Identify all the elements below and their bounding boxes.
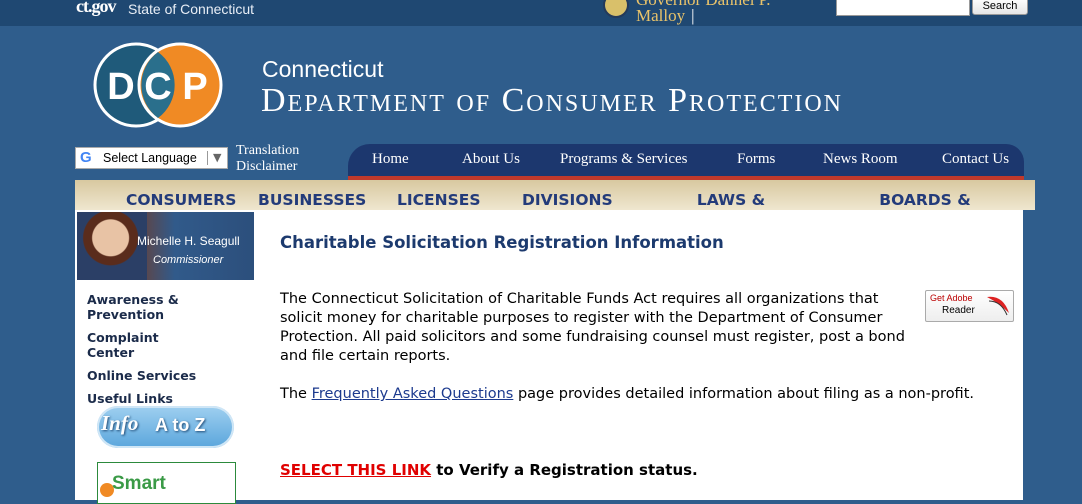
- info-a-to-z-button[interactable]: Info A to Z: [97, 406, 234, 448]
- verify-registration-line: SELECT THIS LINK to Verify a Registratio…: [280, 461, 698, 479]
- google-g-icon: G: [80, 149, 92, 166]
- governor-seal-icon: [603, 0, 629, 18]
- verify-suffix: to Verify a Registration status.: [431, 461, 698, 479]
- chevron-down-icon: ▼: [213, 151, 222, 164]
- select-this-link[interactable]: SELECT THIS LINK: [280, 461, 431, 479]
- faq-prefix: The: [280, 386, 312, 402]
- search-input[interactable]: [836, 0, 970, 16]
- intro-paragraph: The Connecticut Solicitation of Charitab…: [280, 291, 905, 364]
- main-nav: Home About Us Programs & Services Forms …: [348, 144, 1024, 180]
- sidebar-item-awareness[interactable]: Awareness & Prevention: [87, 292, 207, 322]
- sidebar-item-online-services[interactable]: Online Services: [87, 368, 207, 383]
- get-adobe-reader-button[interactable]: Get Adobe Reader: [925, 290, 1014, 322]
- nav-about-us[interactable]: About Us: [462, 151, 520, 168]
- faq-paragraph: The Frequently Asked Questions page prov…: [280, 385, 1010, 404]
- search-button[interactable]: Search: [972, 0, 1028, 15]
- commissioner-name: Michelle H. Seagull: [137, 234, 240, 248]
- category-businesses[interactable]: BUSINESSES: [258, 191, 366, 209]
- category-divisions[interactable]: DIVISIONS: [522, 191, 613, 209]
- dept-title-name: Department of Consumer Protection: [261, 82, 844, 119]
- ctgov-logo[interactable]: ct.gov: [76, 0, 116, 17]
- category-licenses[interactable]: LICENSES: [397, 191, 481, 209]
- sidebar-item-complaint-center[interactable]: Complaint Center: [87, 330, 207, 360]
- content-panel: Michelle H. Seagull Commissioner Awarene…: [75, 210, 1023, 504]
- sidebar-item-useful-links[interactable]: Useful Links: [87, 391, 207, 406]
- state-of-connecticut-link[interactable]: State of Connecticut: [128, 1, 254, 17]
- a-to-z-label: A to Z: [155, 415, 206, 435]
- adobe-get-label: Get Adobe: [930, 293, 973, 303]
- translation-disclaimer-link[interactable]: Translation Disclaimer: [236, 143, 316, 175]
- nav-news-room[interactable]: News Room: [823, 151, 898, 168]
- category-consumers[interactable]: CONSUMERS: [126, 191, 236, 209]
- info-label: Info: [101, 411, 139, 435]
- dcp-logo[interactable]: D C P: [93, 42, 223, 128]
- adobe-reader-icon: [987, 296, 1009, 316]
- commissioner-banner[interactable]: Michelle H. Seagull Commissioner: [77, 212, 254, 280]
- nav-contact-us[interactable]: Contact Us: [942, 151, 1009, 168]
- nav-programs-services[interactable]: Programs & Services: [560, 151, 687, 168]
- smart-label: Smart: [112, 473, 166, 494]
- site-header: D C P Connecticut Department of Consumer…: [75, 26, 1035, 146]
- sidebar-nav: Awareness & Prevention Complaint Center …: [87, 292, 207, 414]
- logo-letter-c: C: [144, 66, 171, 108]
- dept-title-state: Connecticut: [262, 56, 384, 82]
- logo-letter-d: D: [107, 66, 134, 108]
- divider: [207, 151, 208, 165]
- top-bar: ct.gov State of Connecticut Governor Dan…: [0, 0, 1082, 26]
- logo-letter-p: P: [182, 66, 207, 108]
- governor-name-line2[interactable]: Malloy |: [636, 6, 695, 26]
- commissioner-title: Commissioner: [153, 254, 224, 266]
- adobe-reader-label: Reader: [942, 305, 975, 316]
- faq-link[interactable]: Frequently Asked Questions: [312, 386, 514, 402]
- nav-forms[interactable]: Forms: [737, 151, 775, 168]
- governor-name-text: Malloy: [636, 6, 686, 25]
- language-select[interactable]: G Select Language ▼: [75, 147, 228, 169]
- nav-home[interactable]: Home: [372, 151, 409, 168]
- page-title: Charitable Solicitation Registration Inf…: [280, 233, 724, 252]
- faq-suffix: page provides detailed information about…: [513, 386, 974, 402]
- language-select-label: Select Language: [103, 151, 197, 165]
- separator-bar: |: [691, 6, 695, 25]
- smart-banner[interactable]: Smart: [97, 462, 236, 504]
- left-sidebar: Michelle H. Seagull Commissioner Awarene…: [75, 210, 255, 504]
- category-bar: CONSUMERS BUSINESSES LICENSES DIVISIONS …: [75, 180, 1035, 227]
